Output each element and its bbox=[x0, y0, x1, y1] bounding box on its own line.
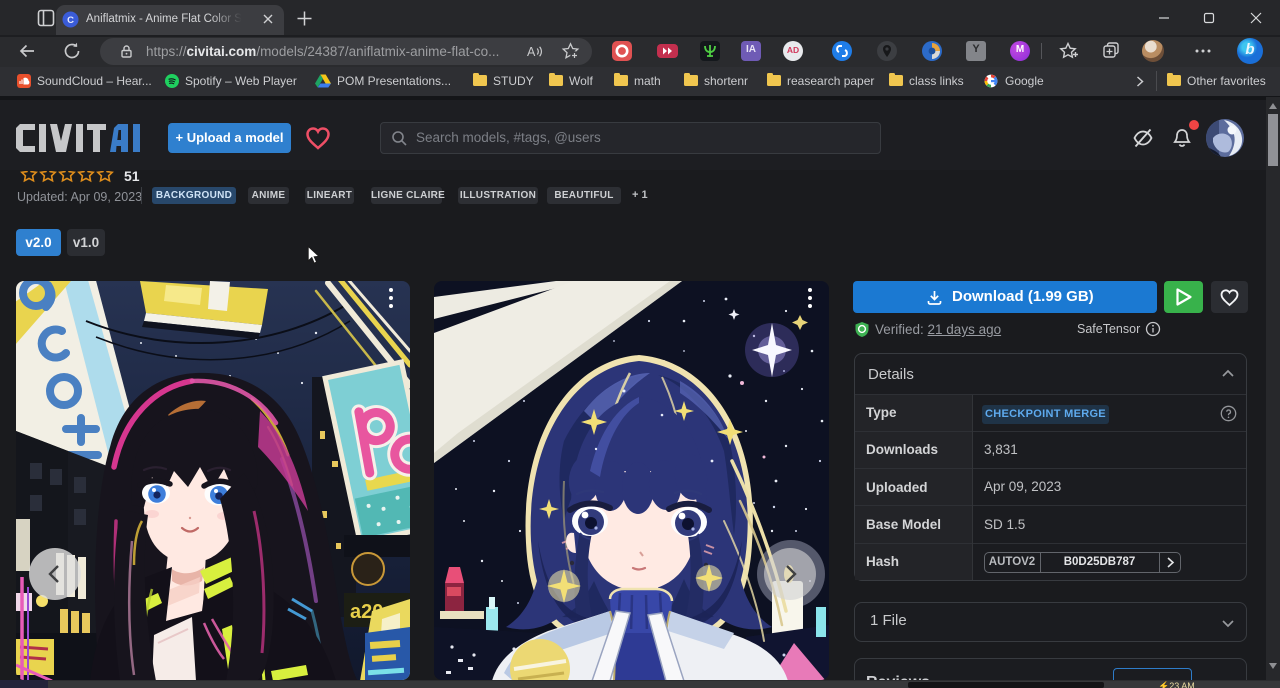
svg-text:A: A bbox=[527, 45, 536, 59]
svg-text:C: C bbox=[67, 15, 74, 26]
svg-text:51: 51 bbox=[124, 171, 140, 184]
